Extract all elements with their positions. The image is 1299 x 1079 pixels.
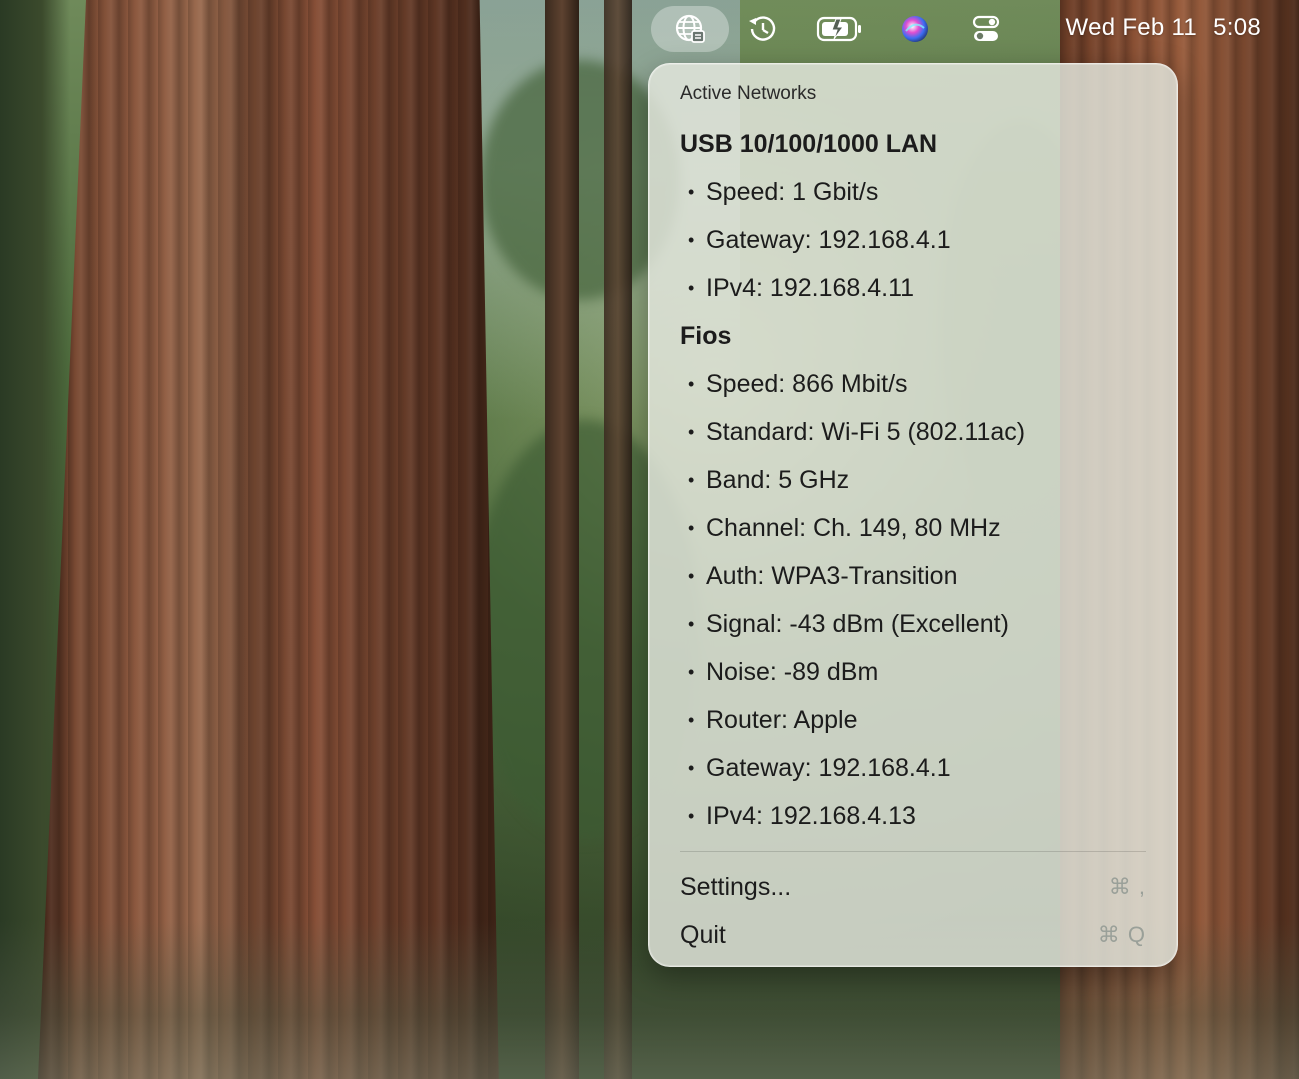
- menu-header: Active Networks: [680, 83, 817, 104]
- network-detail[interactable]: • Auth: WPA3-Transition: [680, 554, 1146, 598]
- siri-icon: [902, 16, 928, 42]
- detail-text: Router: Apple: [706, 705, 858, 734]
- bullet: •: [688, 709, 695, 730]
- network-detail[interactable]: • Speed: 866 Mbit/s: [680, 362, 1146, 406]
- detail-text: Signal: -43 dBm (Excellent): [706, 609, 1009, 638]
- bullet: •: [688, 661, 695, 682]
- detail-text: Speed: 1 Gbit/s: [706, 177, 879, 206]
- bullet: •: [688, 565, 695, 586]
- network-detail[interactable]: • Gateway: 192.168.4.1: [680, 746, 1146, 790]
- settings-menu-item[interactable]: Settings... ⌘ ,: [680, 865, 1146, 909]
- quit-shortcut: ⌘ Q: [1097, 922, 1146, 947]
- quit-label: Quit: [680, 920, 726, 949]
- bullet: •: [688, 229, 695, 250]
- siri-menu-item[interactable]: [893, 6, 937, 52]
- network-detail[interactable]: • IPv4: 192.168.4.13: [680, 794, 1146, 838]
- network-globe-icon: [675, 14, 705, 43]
- detail-text: Band: 5 GHz: [706, 465, 850, 494]
- detail-text: Standard: Wi-Fi 5 (802.11ac): [706, 417, 1026, 446]
- time-machine-menu-item[interactable]: [740, 6, 784, 52]
- time-machine-icon: [749, 16, 776, 41]
- network-detail[interactable]: • Channel: Ch. 149, 80 MHz: [680, 506, 1146, 550]
- network-detail[interactable]: • Router: Apple: [680, 698, 1146, 742]
- detail-text: Channel: Ch. 149, 80 MHz: [706, 513, 1001, 542]
- network-detail[interactable]: • Speed: 1 Gbit/s: [680, 170, 1146, 214]
- bullet: •: [688, 469, 695, 490]
- detail-text: IPv4: 192.168.4.11: [706, 273, 915, 302]
- detail-text: Gateway: 192.168.4.1: [706, 753, 951, 782]
- bullet: •: [688, 757, 695, 778]
- network-detail[interactable]: • Gateway: 192.168.4.1: [680, 218, 1146, 262]
- network-detail[interactable]: • IPv4: 192.168.4.11: [680, 266, 1146, 310]
- network-title[interactable]: Fios: [680, 314, 1146, 358]
- network-detail[interactable]: • Signal: -43 dBm (Excellent): [680, 602, 1146, 646]
- bullet: •: [688, 421, 695, 442]
- clock-time: 5:08: [1213, 14, 1261, 41]
- settings-shortcut: ⌘ ,: [1108, 874, 1146, 899]
- tree-trunk: [38, 0, 499, 1079]
- bullet: •: [688, 517, 695, 538]
- tree-trunk: [604, 0, 632, 1079]
- control-center-menu-item[interactable]: [963, 6, 1009, 52]
- battery-menu-item[interactable]: [810, 6, 870, 52]
- bullet: •: [688, 805, 695, 826]
- battery-charging-icon: [816, 16, 861, 42]
- menu-bar-clock[interactable]: Wed Feb 11 5:08: [1066, 14, 1261, 42]
- quit-menu-item[interactable]: Quit ⌘ Q: [680, 913, 1146, 957]
- detail-text: Auth: WPA3-Transition: [706, 561, 958, 590]
- bullet: •: [688, 613, 695, 634]
- network-detail[interactable]: • Standard: Wi-Fi 5 (802.11ac): [680, 410, 1146, 454]
- control-center-icon: [972, 15, 1000, 41]
- network-detail[interactable]: • Band: 5 GHz: [680, 458, 1146, 502]
- clock-date: Wed Feb 11: [1065, 14, 1198, 41]
- network-title[interactable]: USB 10/100/1000 LAN: [680, 122, 1146, 166]
- network-status-menu-item[interactable]: [651, 6, 729, 52]
- tree-trunk: [545, 0, 579, 1079]
- bullet: •: [688, 373, 695, 394]
- bullet: •: [688, 181, 695, 202]
- network-status-dropdown: Active Networks USB 10/100/1000 LAN • Spe…: [648, 63, 1178, 967]
- menu-bar: Wed Feb 11 5:08: [0, 0, 1299, 58]
- detail-text: IPv4: 192.168.4.13: [706, 801, 916, 830]
- network-detail[interactable]: • Noise: -89 dBm: [680, 650, 1146, 694]
- menu-divider: [680, 851, 1146, 852]
- detail-text: Speed: 866 Mbit/s: [706, 369, 908, 398]
- detail-text: Noise: -89 dBm: [706, 657, 879, 686]
- detail-text: Gateway: 192.168.4.1: [706, 225, 951, 254]
- bullet: •: [688, 277, 695, 298]
- settings-label: Settings...: [680, 872, 792, 901]
